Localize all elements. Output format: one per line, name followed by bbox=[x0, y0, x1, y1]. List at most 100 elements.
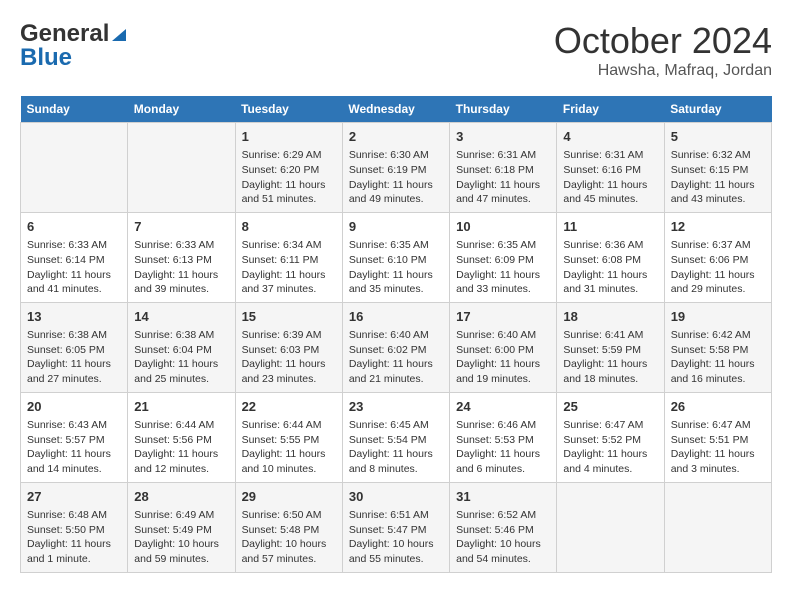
cell-content: Sunrise: 6:42 AMSunset: 5:58 PMDaylight:… bbox=[671, 328, 765, 387]
calendar-cell: 4 Sunrise: 6:31 AMSunset: 6:16 PMDaylight… bbox=[557, 123, 664, 213]
day-header-tuesday: Tuesday bbox=[235, 96, 342, 123]
day-number: 16 bbox=[349, 308, 443, 326]
calendar-cell: 25 Sunrise: 6:47 AMSunset: 5:52 PMDayligh… bbox=[557, 392, 664, 482]
cell-content: Sunrise: 6:47 AMSunset: 5:51 PMDaylight:… bbox=[671, 418, 765, 477]
week-row-2: 6Sunrise: 6:33 AMSunset: 6:14 PMDaylight… bbox=[21, 212, 772, 302]
week-row-5: 27 Sunrise: 6:48 AMSunset: 5:50 PMDayligh… bbox=[21, 482, 772, 572]
cell-content: Sunrise: 6:52 AMSunset: 5:46 PMDaylight:… bbox=[456, 508, 550, 567]
cell-content: Sunrise: 6:35 AMSunset: 6:09 PMDaylight:… bbox=[456, 238, 550, 297]
calendar-cell: 2Sunrise: 6:30 AMSunset: 6:19 PMDaylight… bbox=[342, 123, 449, 213]
cell-content: Sunrise: 6:30 AMSunset: 6:19 PMDaylight:… bbox=[349, 148, 443, 207]
day-number: 10 bbox=[456, 218, 550, 236]
calendar-cell bbox=[128, 123, 235, 213]
cell-content: Sunrise: 6:44 AMSunset: 5:56 PMDaylight:… bbox=[134, 418, 228, 477]
day-number: 23 bbox=[349, 398, 443, 416]
cell-content: Sunrise: 6:36 AMSunset: 6:08 PMDaylight:… bbox=[563, 238, 657, 297]
cell-content: Sunrise: 6:39 AMSunset: 6:03 PMDaylight:… bbox=[242, 328, 336, 387]
day-number: 13 bbox=[27, 308, 121, 326]
calendar-cell: 16 Sunrise: 6:40 AMSunset: 6:02 PMDayligh… bbox=[342, 302, 449, 392]
day-number: 30 bbox=[349, 488, 443, 506]
day-number: 1 bbox=[242, 128, 336, 146]
cell-content: Sunrise: 6:38 AMSunset: 6:05 PMDaylight:… bbox=[27, 328, 121, 387]
day-header-thursday: Thursday bbox=[450, 96, 557, 123]
cell-content: Sunrise: 6:50 AMSunset: 5:48 PMDaylight:… bbox=[242, 508, 336, 567]
calendar-cell: 11 Sunrise: 6:36 AMSunset: 6:08 PMDayligh… bbox=[557, 212, 664, 302]
calendar-cell: 28 Sunrise: 6:49 AMSunset: 5:49 PMDayligh… bbox=[128, 482, 235, 572]
cell-content: Sunrise: 6:31 AMSunset: 6:16 PMDaylight:… bbox=[563, 148, 657, 207]
cell-content: Sunrise: 6:41 AMSunset: 5:59 PMDaylight:… bbox=[563, 328, 657, 387]
calendar-cell: 22 Sunrise: 6:44 AMSunset: 5:55 PMDayligh… bbox=[235, 392, 342, 482]
cell-content: Sunrise: 6:45 AMSunset: 5:54 PMDaylight:… bbox=[349, 418, 443, 477]
location: Hawsha, Mafraq, Jordan bbox=[554, 62, 772, 80]
day-number: 25 bbox=[563, 398, 657, 416]
calendar-cell: 30Sunrise: 6:51 AMSunset: 5:47 PMDayligh… bbox=[342, 482, 449, 572]
calendar-cell: 6Sunrise: 6:33 AMSunset: 6:14 PMDaylight… bbox=[21, 212, 128, 302]
calendar-cell: 3 Sunrise: 6:31 AMSunset: 6:18 PMDaylight… bbox=[450, 123, 557, 213]
logo-triangle-icon bbox=[110, 25, 128, 43]
cell-content: Sunrise: 6:46 AMSunset: 5:53 PMDaylight:… bbox=[456, 418, 550, 477]
day-header-wednesday: Wednesday bbox=[342, 96, 449, 123]
cell-content: Sunrise: 6:49 AMSunset: 5:49 PMDaylight:… bbox=[134, 508, 228, 567]
day-number: 27 bbox=[27, 488, 121, 506]
day-number: 4 bbox=[563, 128, 657, 146]
calendar-cell: 8Sunrise: 6:34 AMSunset: 6:11 PMDaylight… bbox=[235, 212, 342, 302]
week-row-1: 1Sunrise: 6:29 AMSunset: 6:20 PMDaylight… bbox=[21, 123, 772, 213]
day-number: 3 bbox=[456, 128, 550, 146]
calendar-cell: 12 Sunrise: 6:37 AMSunset: 6:06 PMDayligh… bbox=[664, 212, 771, 302]
cell-content: Sunrise: 6:35 AMSunset: 6:10 PMDaylight:… bbox=[349, 238, 443, 297]
day-number: 26 bbox=[671, 398, 765, 416]
calendar-cell: 26 Sunrise: 6:47 AMSunset: 5:51 PMDayligh… bbox=[664, 392, 771, 482]
day-number: 11 bbox=[563, 218, 657, 236]
cell-content: Sunrise: 6:40 AMSunset: 6:02 PMDaylight:… bbox=[349, 328, 443, 387]
calendar-cell: 18 Sunrise: 6:41 AMSunset: 5:59 PMDayligh… bbox=[557, 302, 664, 392]
day-number: 7 bbox=[134, 218, 228, 236]
cell-content: Sunrise: 6:44 AMSunset: 5:55 PMDaylight:… bbox=[242, 418, 336, 477]
calendar-cell: 19 Sunrise: 6:42 AMSunset: 5:58 PMDayligh… bbox=[664, 302, 771, 392]
week-row-3: 13 Sunrise: 6:38 AMSunset: 6:05 PMDayligh… bbox=[21, 302, 772, 392]
day-number: 20 bbox=[27, 398, 121, 416]
cell-content: Sunrise: 6:33 AMSunset: 6:14 PMDaylight:… bbox=[27, 238, 121, 297]
day-number: 8 bbox=[242, 218, 336, 236]
day-header-saturday: Saturday bbox=[664, 96, 771, 123]
calendar-cell: 23 Sunrise: 6:45 AMSunset: 5:54 PMDayligh… bbox=[342, 392, 449, 482]
day-number: 12 bbox=[671, 218, 765, 236]
logo-blue: Blue bbox=[20, 44, 72, 72]
cell-content: Sunrise: 6:37 AMSunset: 6:06 PMDaylight:… bbox=[671, 238, 765, 297]
calendar-cell: 17Sunrise: 6:40 AMSunset: 6:00 PMDayligh… bbox=[450, 302, 557, 392]
calendar-cell: 14Sunrise: 6:38 AMSunset: 6:04 PMDayligh… bbox=[128, 302, 235, 392]
calendar-cell: 9 Sunrise: 6:35 AMSunset: 6:10 PMDaylight… bbox=[342, 212, 449, 302]
calendar-cell: 24 Sunrise: 6:46 AMSunset: 5:53 PMDayligh… bbox=[450, 392, 557, 482]
day-number: 9 bbox=[349, 218, 443, 236]
calendar-cell: 21 Sunrise: 6:44 AMSunset: 5:56 PMDayligh… bbox=[128, 392, 235, 482]
day-number: 18 bbox=[563, 308, 657, 326]
cell-content: Sunrise: 6:31 AMSunset: 6:18 PMDaylight:… bbox=[456, 148, 550, 207]
day-number: 15 bbox=[242, 308, 336, 326]
day-header-friday: Friday bbox=[557, 96, 664, 123]
logo: General Blue bbox=[20, 20, 129, 72]
cell-content: Sunrise: 6:33 AMSunset: 6:13 PMDaylight:… bbox=[134, 238, 228, 297]
week-row-4: 20Sunrise: 6:43 AMSunset: 5:57 PMDayligh… bbox=[21, 392, 772, 482]
day-number: 5 bbox=[671, 128, 765, 146]
cell-content: Sunrise: 6:47 AMSunset: 5:52 PMDaylight:… bbox=[563, 418, 657, 477]
day-number: 24 bbox=[456, 398, 550, 416]
calendar-cell: 10 Sunrise: 6:35 AMSunset: 6:09 PMDayligh… bbox=[450, 212, 557, 302]
cell-content: Sunrise: 6:48 AMSunset: 5:50 PMDaylight:… bbox=[27, 508, 121, 567]
calendar-cell: 5Sunrise: 6:32 AMSunset: 6:15 PMDaylight… bbox=[664, 123, 771, 213]
month-title: October 2024 bbox=[554, 20, 772, 62]
header-row: SundayMondayTuesdayWednesdayThursdayFrid… bbox=[21, 96, 772, 123]
day-header-sunday: Sunday bbox=[21, 96, 128, 123]
day-number: 21 bbox=[134, 398, 228, 416]
calendar-cell: 15 Sunrise: 6:39 AMSunset: 6:03 PMDayligh… bbox=[235, 302, 342, 392]
calendar-cell: 29 Sunrise: 6:50 AMSunset: 5:48 PMDayligh… bbox=[235, 482, 342, 572]
day-number: 28 bbox=[134, 488, 228, 506]
calendar-cell: 1Sunrise: 6:29 AMSunset: 6:20 PMDaylight… bbox=[235, 123, 342, 213]
day-number: 19 bbox=[671, 308, 765, 326]
day-number: 29 bbox=[242, 488, 336, 506]
calendar-cell bbox=[21, 123, 128, 213]
title-section: October 2024 Hawsha, Mafraq, Jordan bbox=[554, 20, 772, 80]
cell-content: Sunrise: 6:38 AMSunset: 6:04 PMDaylight:… bbox=[134, 328, 228, 387]
calendar-cell: 27 Sunrise: 6:48 AMSunset: 5:50 PMDayligh… bbox=[21, 482, 128, 572]
calendar-cell: 13 Sunrise: 6:38 AMSunset: 6:05 PMDayligh… bbox=[21, 302, 128, 392]
day-number: 22 bbox=[242, 398, 336, 416]
calendar-cell: 7 Sunrise: 6:33 AMSunset: 6:13 PMDaylight… bbox=[128, 212, 235, 302]
